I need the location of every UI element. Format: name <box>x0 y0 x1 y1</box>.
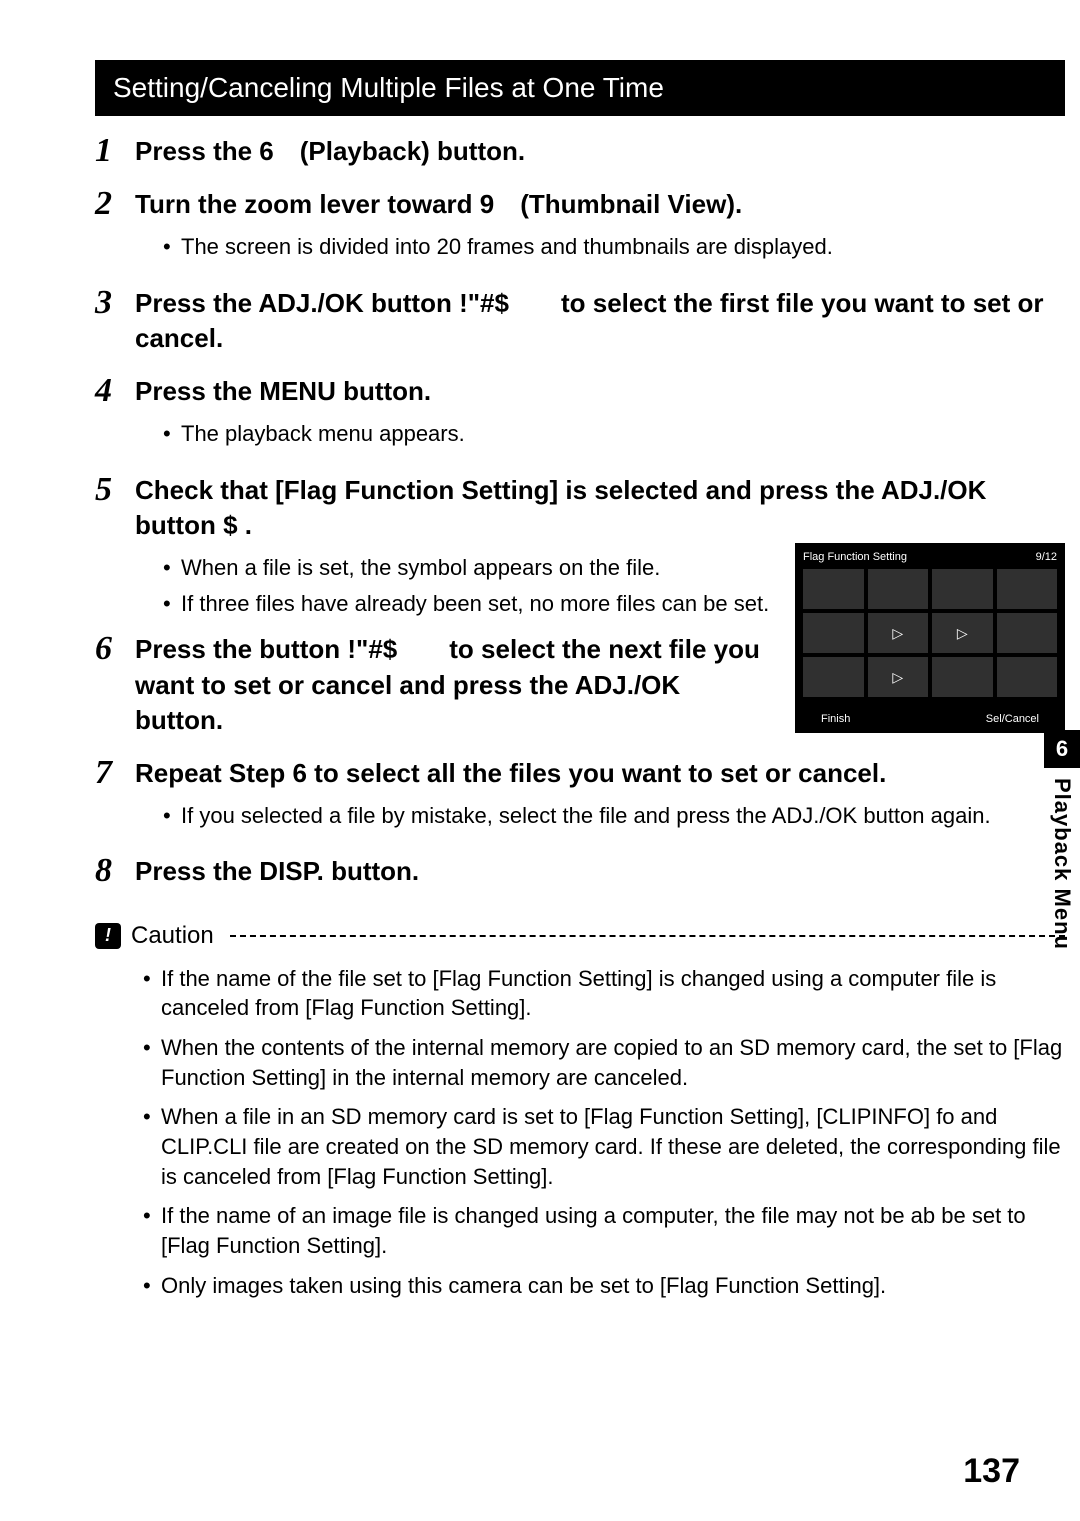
chapter-number: 6 <box>1044 730 1080 768</box>
step-number: 3 <box>95 286 135 356</box>
thumbnail-cell <box>997 569 1058 609</box>
step-number: 4 <box>95 374 135 455</box>
thumbnail-cell <box>803 657 864 697</box>
divider <box>230 935 1065 937</box>
thumbnail-cell <box>803 569 864 609</box>
caution-label: Caution <box>131 922 214 950</box>
step-3: 3 Press the ADJ./OK button !"#$ to selec… <box>95 286 1065 356</box>
step-note: If you selected a file by mistake, selec… <box>163 801 1065 831</box>
manual-page: Setting/Canceling Multiple Files at One … <box>0 0 1080 1521</box>
step-2: 2 Turn the zoom lever toward 9 (Thumbnai… <box>95 187 1065 268</box>
flag-icon: ▷ <box>957 625 968 642</box>
step-title: Press the DISP. button. <box>135 854 1065 889</box>
step-4: 4 Press the MENU button. The playback me… <box>95 374 1065 455</box>
screen-title: Flag Function Setting <box>803 551 907 563</box>
thumbnail-cell <box>997 657 1058 697</box>
thumbnail-cell <box>997 613 1058 653</box>
step-title: Repeat Step 6 to select all the files yo… <box>135 756 1065 791</box>
step-title: Press the ADJ./OK button !"#$ to select … <box>135 286 1065 356</box>
step-number: 1 <box>95 134 135 169</box>
thumbnail-cell <box>803 613 864 653</box>
step-number: 7 <box>95 756 135 837</box>
thumbnail-cell <box>868 569 929 609</box>
caution-section: ! Caution If the name of the file set to… <box>95 922 1065 1301</box>
step-note: If three files have already been set, no… <box>163 589 775 619</box>
flag-icon: ▷ <box>892 625 903 642</box>
step-5: 5 Check that [Flag Function Setting] is … <box>95 473 1065 738</box>
thumbnail-cell <box>932 657 993 697</box>
step-8: 8 Press the DISP. button. <box>95 854 1065 889</box>
camera-screen: Flag Function Setting 9/12 ▷ ▷ ▷ Finish Se… <box>795 543 1065 733</box>
step-title: Press the 6 (Playback) button. <box>135 134 1065 169</box>
step-note: When a file is set, the symbol appears o… <box>163 553 775 583</box>
screen-sel-label: Sel/Cancel <box>986 713 1039 725</box>
side-tab: 6 Playback Menu <box>1044 730 1080 950</box>
step-7: 7 Repeat Step 6 to select all the files … <box>95 756 1065 837</box>
step-title: Check that [Flag Function Setting] is se… <box>135 473 1065 543</box>
caution-icon: ! <box>95 923 121 949</box>
screen-counter: 9/12 <box>1036 551 1057 563</box>
screen-finish-label: Finish <box>821 713 850 725</box>
step-number: 6 <box>95 632 135 737</box>
step-note: The screen is divided into 20 frames and… <box>163 232 1065 262</box>
chapter-label: Playback Menu <box>1049 778 1075 950</box>
step-number: 8 <box>95 854 135 889</box>
step-title: Press the button !"#$ to select the next… <box>135 632 775 737</box>
step-title: Press the MENU button. <box>135 374 1065 409</box>
thumbnail-cell: ▷ <box>868 613 929 653</box>
step-note: The playback menu appears. <box>163 419 1065 449</box>
caution-item: When a file in an SD memory card is set … <box>143 1102 1065 1191</box>
step-number: 2 <box>95 187 135 268</box>
thumbnail-cell <box>932 569 993 609</box>
flag-icon: ▷ <box>892 669 903 686</box>
step-1: 1 Press the 6 (Playback) button. <box>95 134 1065 169</box>
caution-item: When the contents of the internal memory… <box>143 1033 1065 1092</box>
caution-item: Only images taken using this camera can … <box>143 1271 1065 1301</box>
caution-item: If the name of the file set to [Flag Fun… <box>143 964 1065 1023</box>
section-header: Setting/Canceling Multiple Files at One … <box>95 60 1065 116</box>
page-number: 137 <box>963 1452 1020 1491</box>
thumbnail-cell: ▷ <box>932 613 993 653</box>
thumbnail-cell: ▷ <box>868 657 929 697</box>
caution-item: If the name of an image file is changed … <box>143 1201 1065 1260</box>
steps-container: 1 Press the 6 (Playback) button. 2 Turn … <box>95 134 1065 890</box>
step-title: Turn the zoom lever toward 9 (Thumbnail … <box>135 187 1065 222</box>
